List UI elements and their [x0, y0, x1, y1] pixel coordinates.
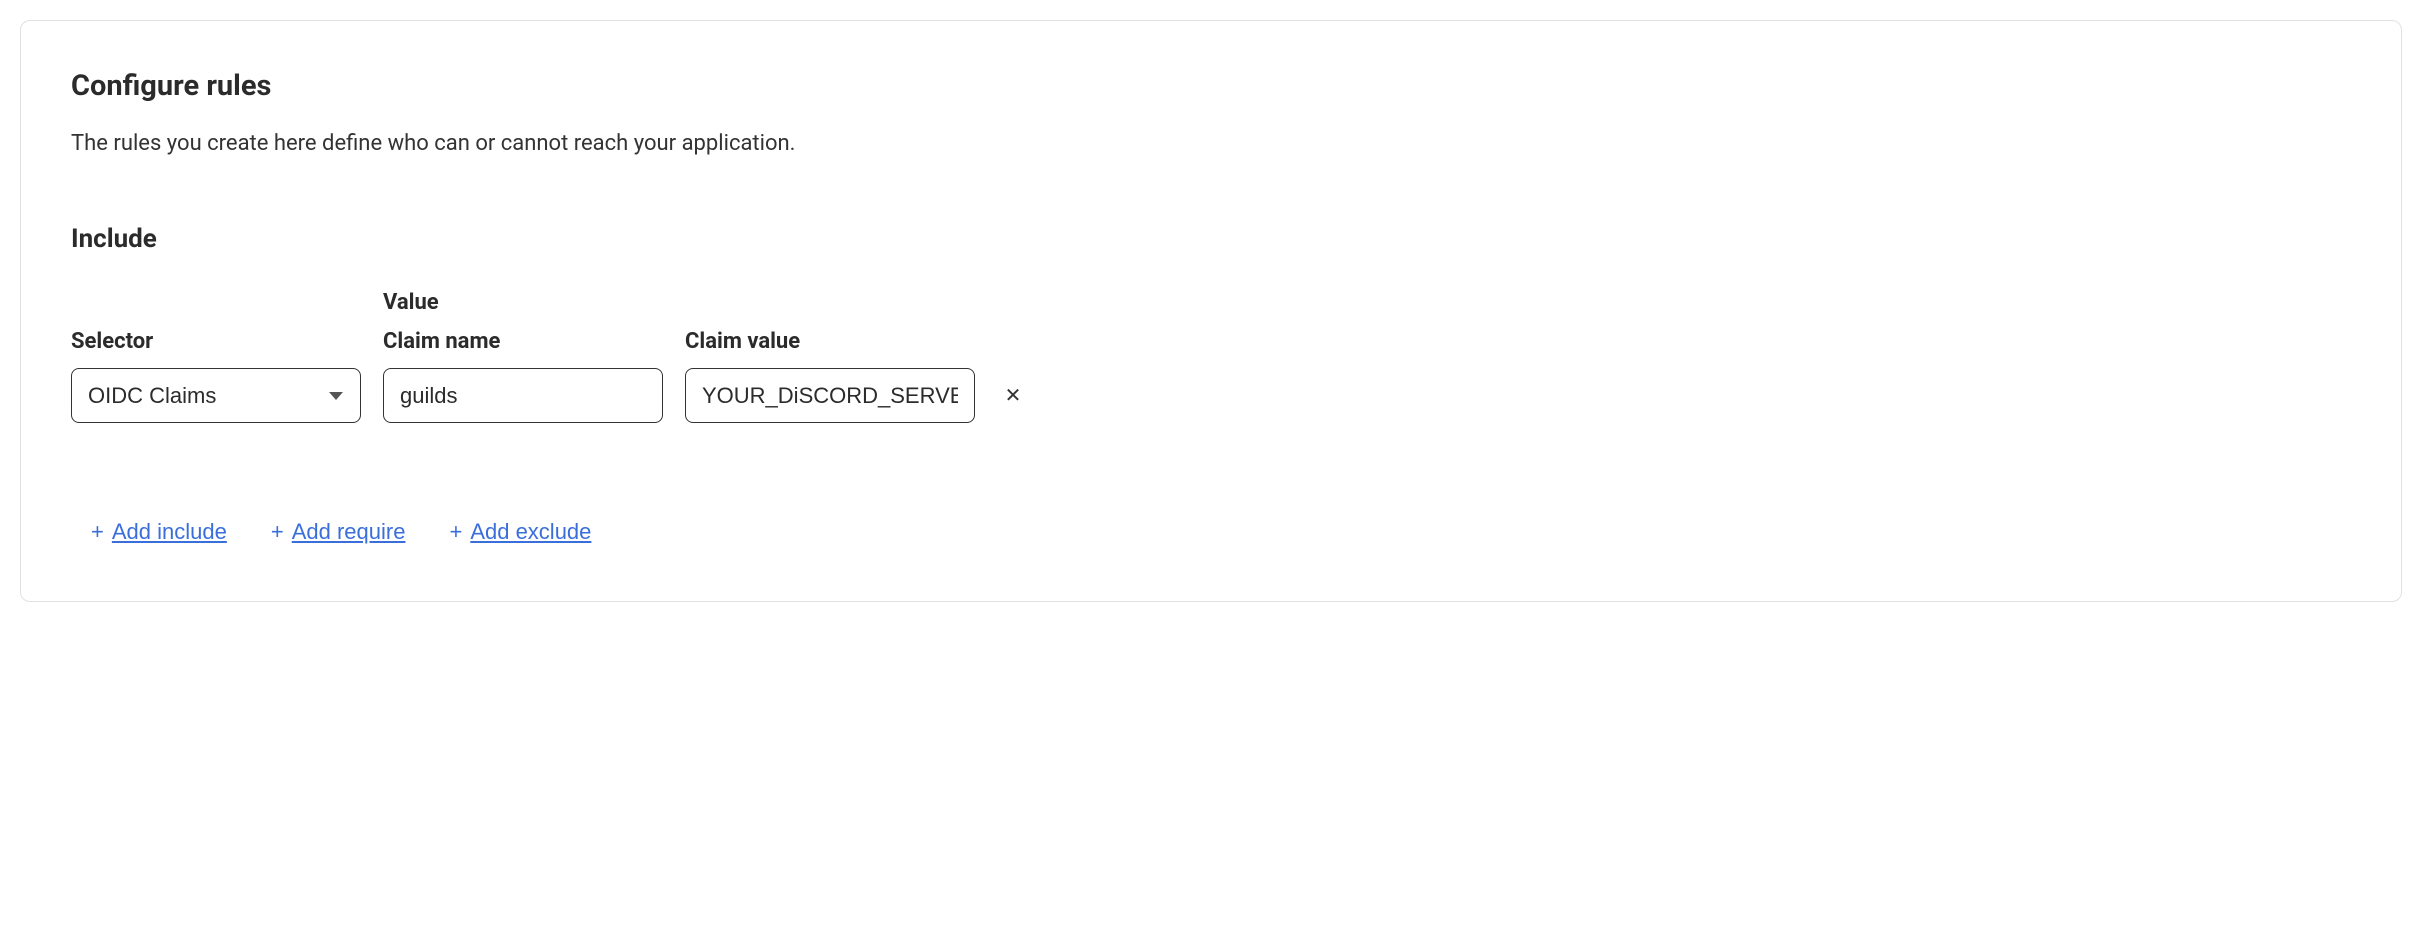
claim-value-field-group: Claim value	[685, 329, 975, 423]
close-icon: ✕	[1005, 383, 1022, 408]
value-label: Value	[383, 290, 1033, 315]
value-column: Value Claim name Claim value ✕	[383, 290, 1033, 423]
claim-name-input[interactable]	[383, 368, 663, 423]
claim-name-field-group: Claim name	[383, 329, 663, 423]
delete-rule-button[interactable]: ✕	[993, 368, 1033, 423]
rule-actions: + Add include + Add require + Add exclud…	[91, 519, 2351, 545]
add-include-label: Add include	[112, 519, 227, 545]
claim-value-input[interactable]	[685, 368, 975, 423]
add-exclude-button[interactable]: + Add exclude	[449, 519, 591, 545]
plus-icon: +	[449, 519, 462, 545]
plus-icon: +	[271, 519, 284, 545]
selector-select-wrapper: OIDC Claims	[71, 368, 361, 423]
include-section-header: Include	[71, 224, 2351, 254]
selector-label: Selector	[71, 329, 361, 354]
claim-value-label: Claim value	[685, 329, 975, 354]
selector-field-group: Selector OIDC Claims	[71, 329, 361, 423]
add-include-button[interactable]: + Add include	[91, 519, 227, 545]
add-require-label: Add require	[292, 519, 406, 545]
add-require-button[interactable]: + Add require	[271, 519, 406, 545]
configure-rules-card: Configure rules The rules you create her…	[20, 20, 2402, 602]
rule-row: Selector OIDC Claims Value Claim name Cl…	[71, 290, 2351, 423]
plus-icon: +	[91, 519, 104, 545]
claim-name-label: Claim name	[383, 329, 663, 354]
value-fields: Claim name Claim value ✕	[383, 329, 1033, 423]
page-description: The rules you create here define who can…	[71, 131, 2351, 156]
selector-select[interactable]: OIDC Claims	[71, 368, 361, 423]
page-title: Configure rules	[71, 69, 2351, 103]
add-exclude-label: Add exclude	[470, 519, 591, 545]
